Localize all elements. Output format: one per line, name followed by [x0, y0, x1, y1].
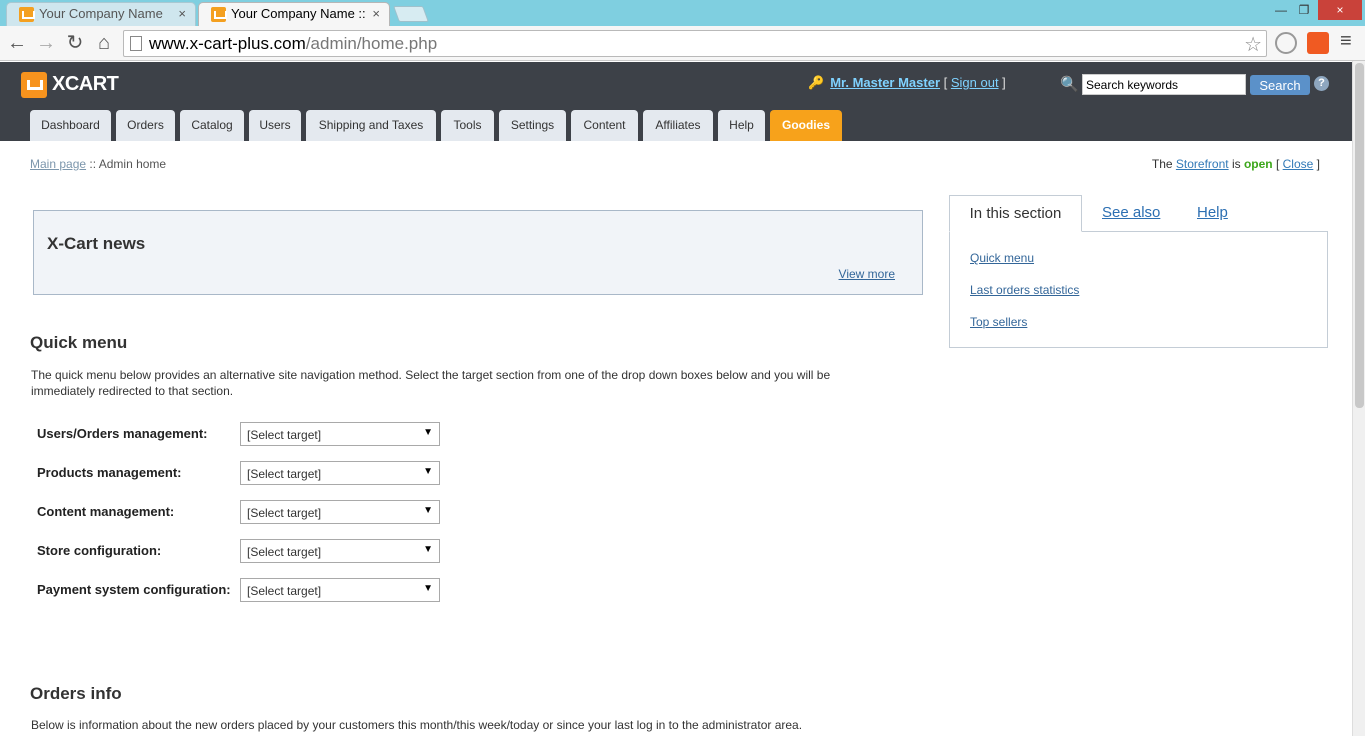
view-more-link[interactable]: View more	[839, 267, 895, 281]
xcart-news-box: X-Cart news View more	[33, 210, 923, 295]
quick-menu-row: Users/Orders management: [Select target]…	[37, 422, 447, 446]
side-link-last-orders-statistics[interactable]: Last orders statistics	[970, 283, 1079, 297]
tab-goodies[interactable]: Goodies	[770, 110, 842, 141]
tab-close-icon[interactable]: ×	[372, 3, 380, 25]
browser-tab-title: Your Company Name	[39, 6, 163, 21]
search-icon: 🔍	[1060, 76, 1079, 93]
quick-menu-label: Store configuration:	[37, 543, 162, 558]
side-panel: Quick menu Last orders statistics Top se…	[949, 231, 1328, 348]
minimize-icon[interactable]: —	[1270, 0, 1292, 20]
sign-out-link[interactable]: Sign out	[951, 75, 999, 90]
select-value: [Select target]	[247, 545, 322, 559]
browser-tab-title: Your Company Name ::	[231, 6, 366, 21]
dropdown-arrow-icon: ▼	[423, 505, 433, 516]
content-select[interactable]: [Select target] ▼	[240, 500, 440, 524]
help-icon[interactable]: ?	[1314, 76, 1329, 91]
reload-icon[interactable]: ↻	[63, 31, 87, 55]
url-text[interactable]: www.x-cart-plus.com/admin/home.php	[149, 34, 437, 54]
side-link-quick-menu[interactable]: Quick menu	[970, 251, 1034, 265]
browser-tab-strip: Your Company Name × Your Company Name ::…	[0, 0, 1365, 26]
home-icon[interactable]: ⌂	[92, 31, 116, 55]
quick-menu-label: Products management:	[37, 465, 182, 480]
news-title: X-Cart news	[47, 234, 146, 253]
search-input[interactable]	[1082, 74, 1246, 95]
address-bar[interactable]: www.x-cart-plus.com/admin/home.php ☆	[123, 30, 1267, 57]
tab-close-icon[interactable]: ×	[178, 3, 186, 25]
logo-text[interactable]: XCART	[52, 73, 119, 96]
side-link-top-sellers[interactable]: Top sellers	[970, 315, 1027, 329]
admin-header: XCART 🔑 Mr. Master Master [ Sign out ] 🔍 …	[0, 62, 1352, 141]
quick-menu-label: Users/Orders management:	[37, 426, 208, 441]
breadcrumb-separator: ::	[86, 157, 99, 171]
tab-content[interactable]: Content	[571, 110, 638, 141]
select-value: [Select target]	[247, 506, 322, 520]
quick-menu-row: Products management: [Select target] ▼	[37, 461, 447, 485]
quick-menu-title: Quick menu	[30, 333, 128, 352]
select-value: [Select target]	[247, 428, 322, 442]
page-scrollbar[interactable]	[1352, 61, 1365, 736]
back-arrow-icon[interactable]: ←	[5, 31, 29, 55]
store-configuration-select[interactable]: [Select target] ▼	[240, 539, 440, 563]
browser-toolbar: ← → ↻ ⌂ www.x-cart-plus.com/admin/home.p…	[0, 26, 1365, 61]
tab-catalog[interactable]: Catalog	[180, 110, 244, 141]
storefront-close-link[interactable]: Close	[1283, 157, 1314, 171]
tab-dashboard[interactable]: Dashboard	[30, 110, 111, 141]
breadcrumb: Main page :: Admin home	[30, 157, 166, 171]
breadcrumb-main-page-link[interactable]: Main page	[30, 157, 86, 171]
tab-affiliates[interactable]: Affiliates	[643, 110, 713, 141]
xcart-logo-icon[interactable]	[21, 72, 47, 98]
storefront-status: The Storefront is open [ Close ]	[1151, 157, 1320, 171]
restore-icon[interactable]: ❐	[1293, 0, 1315, 20]
tab-side-help[interactable]: Help	[1197, 195, 1228, 232]
storefront-prefix: The	[1151, 157, 1176, 171]
favicon-icon	[211, 7, 227, 22]
bookmark-star-icon[interactable]: ☆	[1244, 32, 1262, 57]
tab-in-this-section[interactable]: In this section	[949, 195, 1082, 232]
orders-info-title: Orders info	[30, 684, 122, 703]
user-name-link[interactable]: Mr. Master Master	[830, 75, 940, 90]
extension-icon[interactable]	[1307, 32, 1329, 54]
quick-menu-label: Content management:	[37, 504, 175, 519]
dropdown-arrow-icon: ▼	[423, 583, 433, 594]
quick-menu-description: The quick menu below provides an alterna…	[31, 368, 831, 398]
breadcrumb-current: Admin home	[98, 157, 167, 171]
search-button[interactable]: Search	[1250, 75, 1310, 95]
storefront-link[interactable]: Storefront	[1176, 157, 1229, 171]
tab-settings[interactable]: Settings	[499, 110, 566, 141]
extension-sync-icon[interactable]	[1275, 32, 1297, 54]
tab-shipping-and-taxes[interactable]: Shipping and Taxes	[306, 110, 436, 141]
products-select[interactable]: [Select target] ▼	[240, 461, 440, 485]
dropdown-arrow-icon: ▼	[423, 544, 433, 555]
key-icon: 🔑	[808, 75, 825, 90]
forward-arrow-icon[interactable]: →	[34, 31, 58, 55]
payment-system-select[interactable]: [Select target] ▼	[240, 578, 440, 602]
page-icon	[130, 36, 142, 51]
select-value: [Select target]	[247, 584, 322, 598]
browser-tab-2[interactable]: Your Company Name :: ×	[198, 2, 390, 26]
quick-menu-row: Payment system configuration: [Select ta…	[37, 578, 447, 602]
new-tab-button[interactable]	[393, 6, 429, 22]
dropdown-arrow-icon: ▼	[423, 466, 433, 477]
storefront-is: is	[1228, 157, 1244, 171]
window-close-icon[interactable]: ×	[1318, 0, 1362, 20]
favicon-icon	[19, 7, 35, 22]
scrollbar-thumb[interactable]	[1355, 63, 1364, 408]
users-orders-select[interactable]: [Select target] ▼	[240, 422, 440, 446]
dropdown-arrow-icon: ▼	[423, 427, 433, 438]
orders-info-description: Below is information about the new order…	[31, 718, 803, 732]
quick-menu-row: Content management: [Select target] ▼	[37, 500, 447, 524]
tab-orders[interactable]: Orders	[116, 110, 175, 141]
browser-tab-1[interactable]: Your Company Name ×	[6, 2, 196, 26]
quick-menu-row: Store configuration: [Select target] ▼	[37, 539, 447, 563]
browser-menu-icon[interactable]: ≡	[1340, 30, 1352, 53]
tab-tools[interactable]: Tools	[441, 110, 494, 141]
user-area: 🔑 Mr. Master Master [ Sign out ]	[808, 75, 1006, 90]
select-value: [Select target]	[247, 467, 322, 481]
quick-menu-label: Payment system configuration:	[37, 582, 231, 597]
tab-see-also[interactable]: See also	[1102, 195, 1160, 232]
storefront-open-status: open	[1243, 157, 1273, 171]
tab-users[interactable]: Users	[249, 110, 301, 141]
tab-help[interactable]: Help	[718, 110, 765, 141]
